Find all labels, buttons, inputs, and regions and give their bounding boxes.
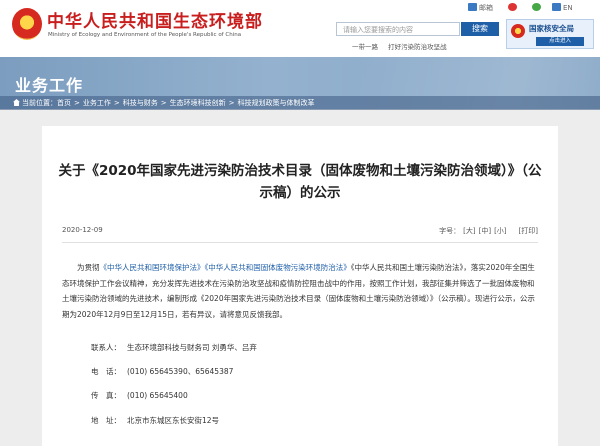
home-icon	[13, 99, 20, 106]
search-input[interactable]: 请输入您要搜索的内容	[336, 22, 460, 36]
search-button[interactable]: 搜索	[461, 22, 499, 36]
wechat-link[interactable]	[532, 3, 543, 12]
font-size-label: 字号：	[439, 227, 461, 235]
weibo-icon	[508, 3, 517, 11]
contact-address: 地 址： 北京市东城区东长安街12号	[91, 415, 219, 426]
mail-icon	[468, 3, 477, 11]
body-intro: 为贯彻	[77, 263, 100, 272]
article-card: 关于《2020年国家先进污染防治技术目录（固体废物和土壤污染防治领域）》（公示稿…	[42, 126, 558, 446]
mail-label: 邮箱	[479, 4, 493, 12]
nsa-title: 国家核安全局	[529, 24, 574, 33]
breadcrumb-innovation[interactable]: 生态环境科技创新	[170, 99, 226, 107]
font-size-large-button[interactable]: [大]	[463, 227, 475, 235]
divider	[62, 242, 538, 243]
contact-fax: 传 真： (010) 65645400	[91, 390, 188, 401]
site-header: 中华人民共和国生态环境部 Ministry of Ecology and Env…	[0, 0, 600, 57]
address-value: 北京市东城区东长安街12号	[127, 416, 220, 425]
wechat-icon	[532, 3, 541, 11]
publish-date: 2020-12-09	[62, 226, 103, 234]
breadcrumb-separator: >	[74, 99, 80, 107]
nsa-enter-button[interactable]: 点击进入	[536, 37, 584, 46]
english-link[interactable]: EN	[552, 3, 573, 12]
quick-links: 一带一路 打好污染防治攻坚战	[352, 41, 455, 51]
section-title: 业务工作	[15, 76, 84, 95]
breadcrumb-business[interactable]: 业务工作	[83, 99, 111, 107]
english-label: EN	[563, 4, 573, 12]
address-label: 地 址：	[91, 416, 121, 425]
quick-link-belt-road[interactable]: 一带一路	[352, 43, 378, 51]
phone-value: (010) 65645390、65645387	[127, 367, 234, 376]
globe-icon	[552, 3, 561, 11]
fax-value: (010) 65645400	[127, 391, 188, 400]
breadcrumb-separator: >	[160, 99, 167, 107]
breadcrumb-prefix: 当前位置：	[22, 99, 57, 107]
phone-label: 电 话：	[91, 367, 121, 376]
contact-label: 联系人：	[91, 343, 121, 352]
contact-value: 生态环境部科技与财务司 刘勇华、吕弃	[127, 343, 257, 352]
nsa-logo-icon	[511, 24, 525, 38]
breadcrumb: 当前位置：首页 > 业务工作 > 科技与财务 > 生态环境科技创新 > 科技规划政策与体制改革	[0, 96, 600, 110]
breadcrumb-tech-finance[interactable]: 科技与财务	[123, 99, 158, 107]
national-emblem-icon[interactable]	[12, 8, 42, 40]
quick-link-pollution[interactable]: 打好污染防治攻坚战	[388, 43, 447, 51]
body-paragraph: 为贯彻《中华人民共和国环境保护法》《中华人民共和国固体废物污染环境防治法》《中华…	[62, 260, 538, 322]
site-subtitle: Ministry of Ecology and Environment of t…	[48, 32, 242, 38]
mail-link[interactable]: 邮箱	[468, 3, 493, 13]
breadcrumb-separator: >	[228, 99, 235, 107]
article-tools: 字号： [大] [中] [小] [打印]	[436, 226, 538, 236]
law-link-environmental-protection[interactable]: 《中华人民共和国环境保护法》	[100, 263, 205, 272]
fax-label: 传 真：	[91, 391, 121, 400]
law-link-solid-waste[interactable]: 《中华人民共和国固体废物污染环境防治法》	[205, 263, 351, 272]
breadcrumb-home[interactable]: 首页	[57, 99, 71, 107]
font-size-small-button[interactable]: [小]	[494, 227, 506, 235]
nsa-banner-link[interactable]: 国家核安全局 点击进入	[506, 19, 594, 49]
contact-person: 联系人： 生态环境部科技与财务司 刘勇华、吕弃	[91, 342, 257, 353]
contact-phone: 电 话： (010) 65645390、65645387	[91, 366, 233, 377]
weibo-link[interactable]	[508, 3, 519, 12]
site-title[interactable]: 中华人民共和国生态环境部	[47, 7, 263, 32]
print-button[interactable]: [打印]	[519, 227, 538, 235]
breadcrumb-separator: >	[113, 99, 120, 107]
article-body: 为贯彻《中华人民共和国环境保护法》《中华人民共和国固体废物污染环境防治法》《中华…	[62, 260, 538, 322]
article-title: 关于《2020年国家先进污染防治技术目录（固体废物和土壤污染防治领域）》（公示稿…	[58, 163, 542, 201]
font-size-medium-button[interactable]: [中]	[479, 227, 491, 235]
breadcrumb-policy-reform[interactable]: 科技规划政策与体制改革	[238, 99, 315, 107]
